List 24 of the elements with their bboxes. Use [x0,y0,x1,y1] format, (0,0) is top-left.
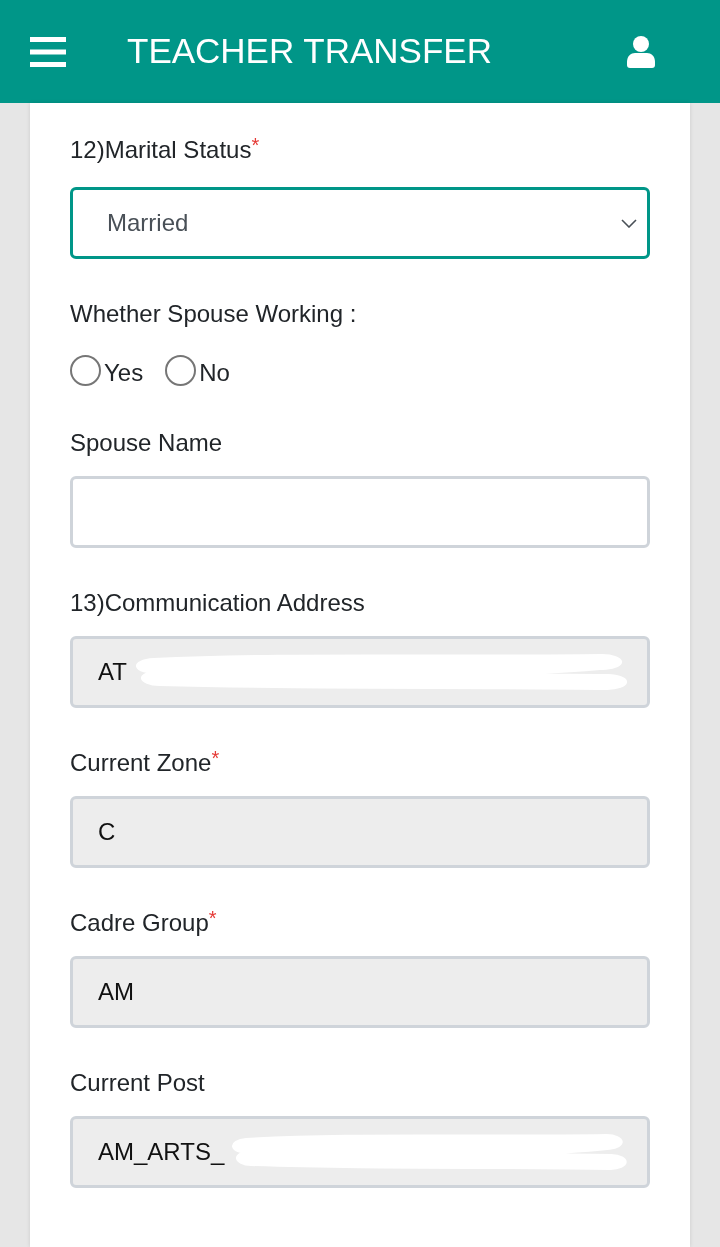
input-field[interactable] [70,476,650,548]
required-asterisk: * [211,746,220,771]
menu-icon[interactable] [30,36,66,67]
field-label: 12)Marital Status [70,135,252,165]
required-asterisk: * [208,906,217,929]
field-label: Current Post [70,1068,205,1098]
marital-status-select[interactable]: Married [70,187,650,259]
user-icon[interactable] [627,35,655,68]
app-title: TEACHER TRANSFER [127,30,493,73]
chevron-down-icon [621,218,637,228]
input-field[interactable]: AM [70,956,650,1028]
radio-button[interactable] [165,354,197,386]
radio-label[interactable]: No [199,355,230,391]
input-field[interactable]: AT [70,636,650,708]
field-label: Spouse Name [70,428,223,458]
required-asterisk: * [251,133,260,158]
field-label: 13)Communication Address [70,588,365,618]
field-label: Whether Spouse Working : [70,299,357,329]
radio-label[interactable]: Yes [104,355,144,391]
field-label: Cadre Group [70,908,209,938]
input-field[interactable]: AM_ARTS_ [70,1116,650,1188]
input-field[interactable]: C [70,796,650,868]
radio-button[interactable] [70,354,101,386]
field-label: Current Zone [70,748,212,778]
